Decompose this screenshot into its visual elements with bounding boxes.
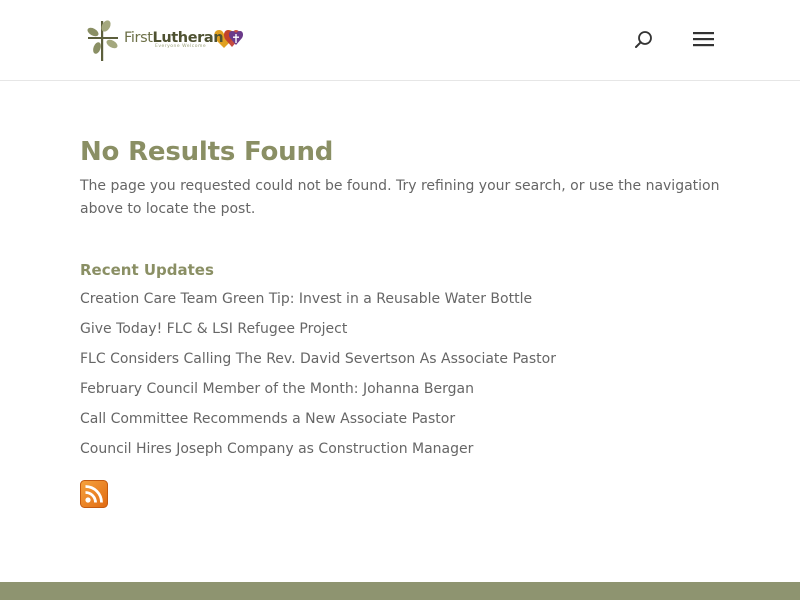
not-found-message: The page you requested could not be foun… [80, 178, 720, 217]
page-title: No Results Found [80, 137, 334, 167]
list-item: Creation Care Team Green Tip: Invest in … [80, 288, 720, 318]
list-item: February Council Member of the Month: Jo… [80, 378, 720, 408]
logo-tagline: Everyone Welcome [155, 44, 207, 49]
recent-update-link[interactable]: February Council Member of the Month: Jo… [80, 381, 474, 397]
list-item: Council Hires Joseph Company as Construc… [80, 438, 720, 468]
main-content: No Results Found The page you requested … [80, 134, 720, 508]
list-item: Give Today! FLC & LSI Refugee Project [80, 318, 720, 348]
menu-button[interactable] [692, 29, 716, 51]
site-footer [0, 582, 800, 600]
recent-update-link[interactable]: FLC Considers Calling The Rev. David Sev… [80, 351, 556, 367]
recent-update-link[interactable]: Call Committee Recommends a New Associat… [80, 411, 455, 427]
logo-name-first: First [124, 30, 153, 46]
recent-update-link[interactable]: Give Today! FLC & LSI Refugee Project [80, 321, 347, 337]
recent-updates-list: Creation Care Team Green Tip: Invest in … [80, 288, 720, 468]
search-icon [635, 31, 652, 48]
rss-feed-icon [80, 480, 108, 508]
site-header: FirstLutheran Everyone Welcome [0, 0, 800, 81]
recent-update-link[interactable]: Council Hires Joseph Company as Construc… [80, 441, 473, 457]
recent-update-link[interactable]: Creation Care Team Green Tip: Invest in … [80, 291, 532, 307]
list-item: FLC Considers Calling The Rev. David Sev… [80, 348, 720, 378]
hamburger-menu-icon [693, 32, 714, 47]
recent-updates-heading: Recent Updates [80, 261, 214, 279]
search-button[interactable] [633, 29, 655, 51]
rss-feed-link[interactable] [80, 480, 108, 508]
list-item: Call Committee Recommends a New Associat… [80, 408, 720, 438]
logo-cross-leaves-icon [87, 20, 118, 61]
